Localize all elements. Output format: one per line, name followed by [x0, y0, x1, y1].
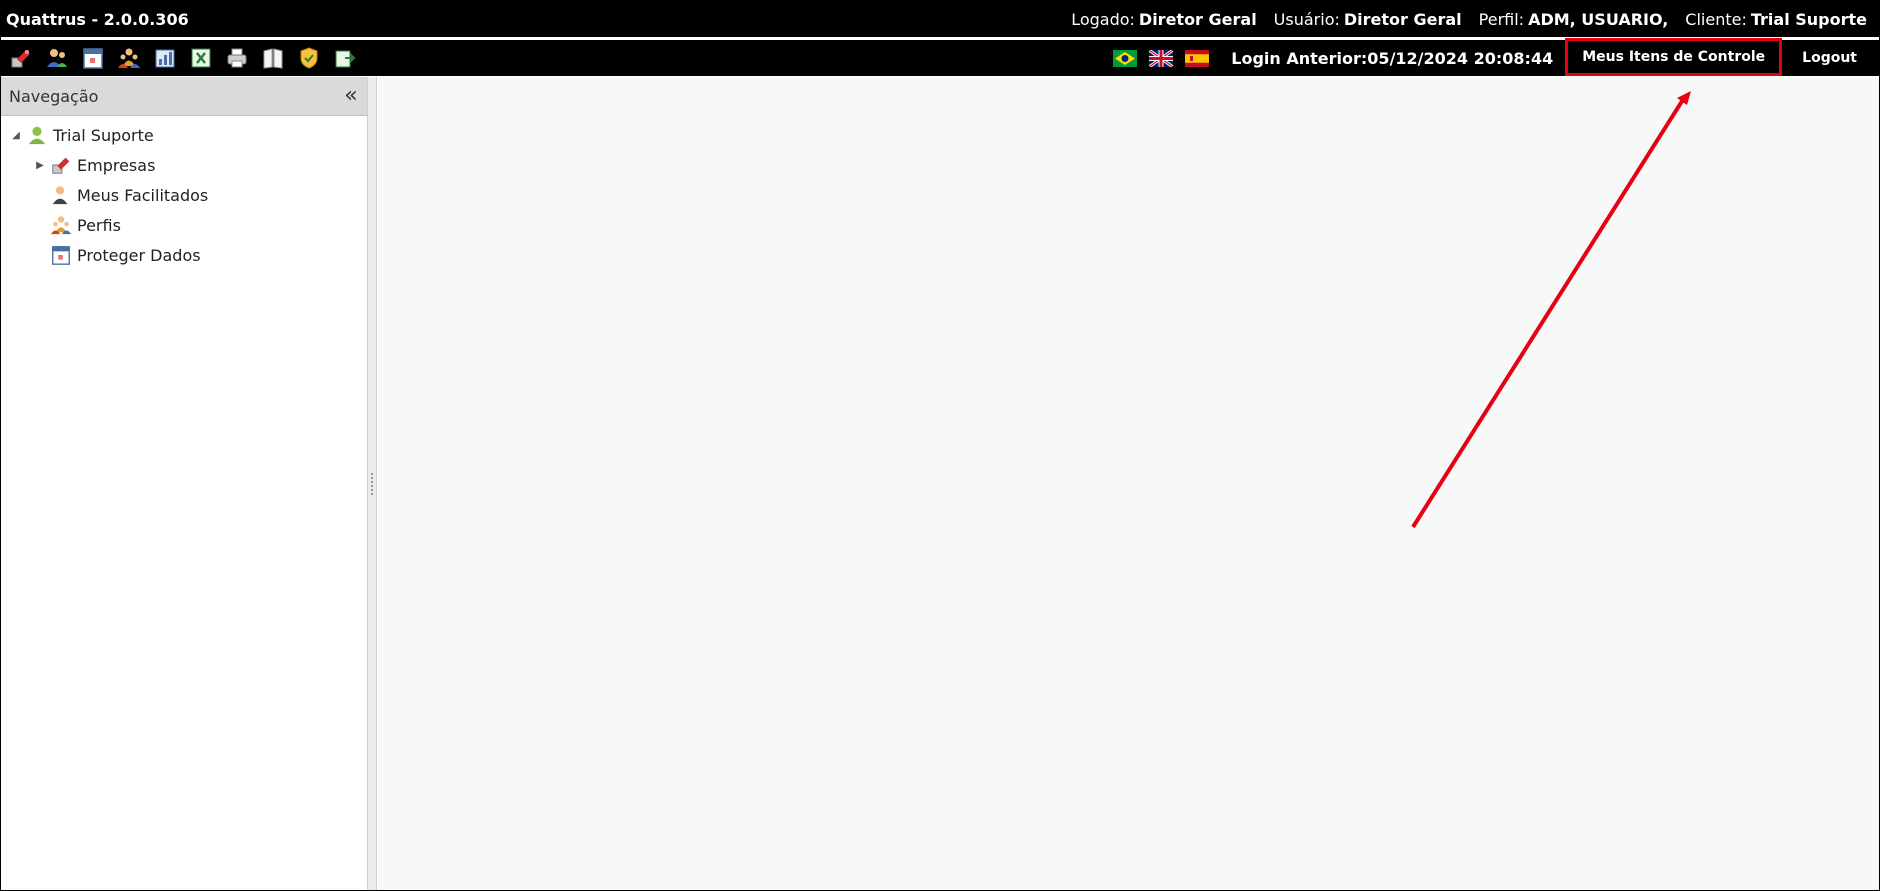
app-title: Quattrus - 2.0.0.306	[6, 9, 189, 29]
tree-item-meus-facilitados[interactable]: Meus Facilitados	[1, 180, 367, 210]
reports-icon[interactable]	[152, 45, 178, 71]
tree-item-label: Meus Facilitados	[77, 185, 209, 205]
users-icon[interactable]	[44, 45, 70, 71]
tree-item-empresas[interactable]: ▶ Empresas	[1, 150, 367, 180]
profiles-icon[interactable]	[116, 45, 142, 71]
print-icon[interactable]	[224, 45, 250, 71]
shield-icon[interactable]	[296, 45, 322, 71]
tree-item-label: Trial Suporte	[53, 125, 154, 145]
toolbar-icons	[8, 45, 358, 71]
profiles-icon	[49, 213, 73, 237]
session-cliente: Cliente: Trial Suporte	[1685, 9, 1867, 29]
session-info: Logado: Diretor Geral Usuário: Diretor Ger…	[1071, 10, 1867, 29]
user-icon	[49, 183, 73, 207]
sidebar-splitter[interactable]	[368, 77, 377, 890]
calendar-icon	[49, 243, 73, 267]
client-icon	[25, 123, 49, 147]
login-previous-value: 05/12/2024 20:08:44	[1367, 48, 1554, 68]
toolbar-right: Login Anterior:05/12/2024 20:08:44 Meus …	[1113, 38, 1879, 76]
sidebar-title: Navegação	[9, 86, 99, 106]
tree-item-trial-suporte[interactable]: ◢ Trial Suporte	[1, 120, 367, 150]
expanded-arrow-icon[interactable]: ◢	[9, 130, 23, 141]
collapse-sidebar-icon[interactable]: «	[341, 85, 361, 107]
book-icon[interactable]	[260, 45, 286, 71]
splitter-grip-icon	[371, 472, 373, 495]
tree-item-label: Proteger Dados	[77, 245, 201, 265]
navigation-tree: ◢ Trial Suporte ▶ Empresas Meus Facilita…	[1, 116, 367, 270]
tree-item-label: Perfis	[77, 215, 121, 235]
companies-icon	[49, 153, 73, 177]
tree-item-label: Empresas	[77, 155, 156, 175]
session-logado: Logado: Diretor Geral	[1071, 9, 1257, 29]
companies-icon[interactable]	[8, 45, 34, 71]
navigation-sidebar: Navegação « ◢ Trial Suporte ▶ Empresas M…	[1, 77, 368, 890]
uk-flag-icon[interactable]	[1149, 49, 1174, 67]
session-usuario: Usuário: Diretor Geral	[1273, 9, 1462, 29]
login-previous: Login Anterior:05/12/2024 20:08:44	[1231, 48, 1554, 68]
main-content-area	[378, 77, 1879, 890]
export-icon[interactable]	[332, 45, 358, 71]
collapsed-arrow-icon[interactable]: ▶	[33, 160, 47, 171]
logout-button[interactable]: Logout	[1802, 50, 1857, 66]
tree-item-perfis[interactable]: Perfis	[1, 210, 367, 240]
calendar-icon[interactable]	[80, 45, 106, 71]
sidebar-header: Navegação «	[1, 77, 367, 116]
tree-item-proteger-dados[interactable]: Proteger Dados	[1, 240, 367, 270]
session-perfil: Perfil: ADM, USUARIO,	[1478, 9, 1669, 29]
toolbar: Login Anterior:05/12/2024 20:08:44 Meus …	[1, 38, 1879, 76]
language-flags	[1113, 49, 1210, 67]
spain-flag-icon[interactable]	[1185, 49, 1210, 67]
excel-icon[interactable]	[188, 45, 214, 71]
meus-itens-de-controle-button[interactable]: Meus Itens de Controle	[1565, 38, 1783, 76]
title-bar: Quattrus - 2.0.0.306 Logado: Diretor Gera…	[1, 1, 1879, 39]
brazil-flag-icon[interactable]	[1113, 49, 1138, 67]
